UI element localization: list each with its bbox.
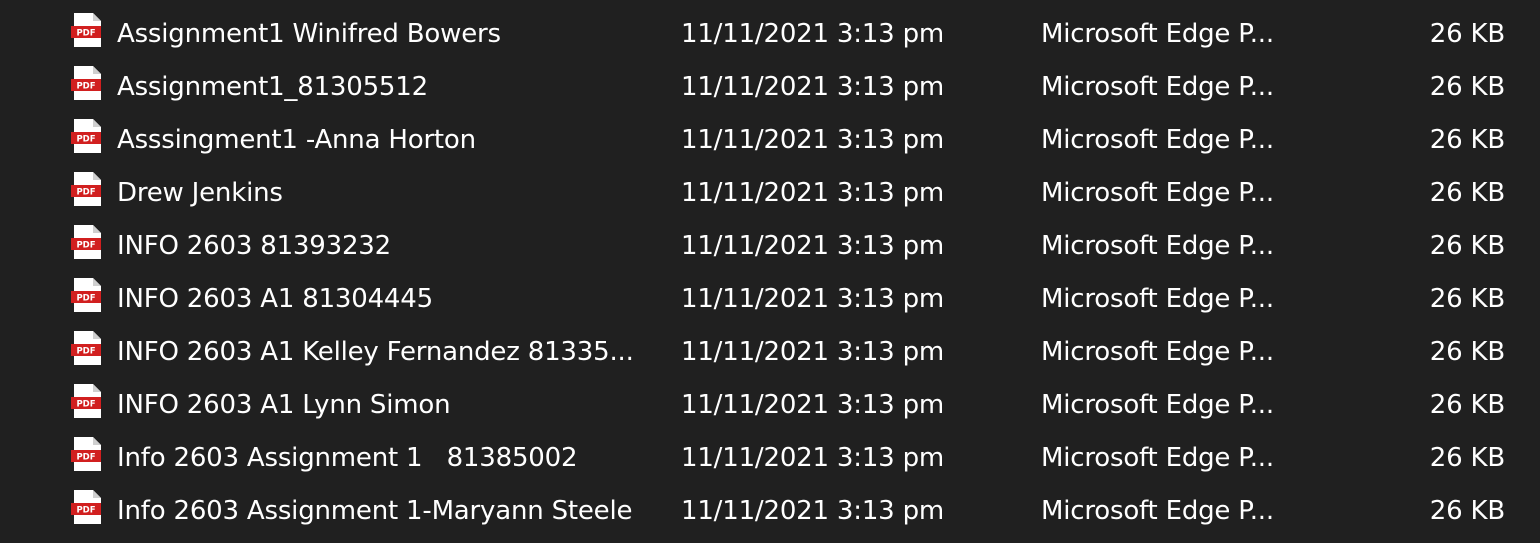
pdf-badge-label: PDF xyxy=(76,400,95,410)
file-date-modified: 11/11/2021 3:13 pm xyxy=(681,496,945,526)
file-type: Microsoft Edge P... xyxy=(1041,496,1274,526)
file-row[interactable]: PDF INFO 2603 A1 Kelley Fernandez 81335.… xyxy=(0,326,1540,379)
file-name[interactable]: Assignment1 Winifred Bowers xyxy=(117,17,657,51)
file-date-modified: 11/11/2021 3:13 pm xyxy=(681,284,945,314)
file-size: 26 KB xyxy=(1429,125,1505,155)
file-type: Microsoft Edge P... xyxy=(1041,178,1274,208)
file-name[interactable]: Drew Jenkins xyxy=(117,176,657,210)
file-row[interactable]: PDF Assignment1_81305512 11/11/2021 3:13… xyxy=(0,61,1540,114)
file-type: Microsoft Edge P... xyxy=(1041,443,1274,473)
pdf-file-icon: PDF xyxy=(71,331,101,365)
pdf-file-icon: PDF xyxy=(71,119,101,153)
file-size: 26 KB xyxy=(1429,443,1505,473)
file-name[interactable]: Info 2603 Assignment 1-Maryann Steele xyxy=(117,494,657,528)
file-row[interactable]: PDF Assignment1 Winifred Bowers 11/11/20… xyxy=(0,8,1540,61)
file-size: 26 KB xyxy=(1429,390,1505,420)
file-date-modified: 11/11/2021 3:13 pm xyxy=(681,19,945,49)
file-size: 26 KB xyxy=(1429,72,1505,102)
file-name[interactable]: Info 2603 Assignment 1 81385002 xyxy=(117,441,657,475)
file-name[interactable]: INFO 2603 A1 81304445 xyxy=(117,282,657,316)
pdf-badge-label: PDF xyxy=(76,347,95,357)
pdf-file-icon: PDF xyxy=(71,225,101,259)
file-size: 26 KB xyxy=(1429,337,1505,367)
file-name[interactable]: Assignment1_81305512 xyxy=(117,70,657,104)
pdf-badge-label: PDF xyxy=(76,135,95,145)
pdf-badge-label: PDF xyxy=(76,506,95,516)
file-type: Microsoft Edge P... xyxy=(1041,19,1274,49)
pdf-badge-label: PDF xyxy=(76,29,95,39)
file-date-modified: 11/11/2021 3:13 pm xyxy=(681,231,945,261)
file-date-modified: 11/11/2021 3:13 pm xyxy=(681,337,945,367)
file-date-modified: 11/11/2021 3:13 pm xyxy=(681,125,945,155)
file-name[interactable]: INFO 2603 A1 Lynn Simon xyxy=(117,388,657,422)
file-type: Microsoft Edge P... xyxy=(1041,337,1274,367)
file-row[interactable]: PDF INFO 2603 81393232 11/11/2021 3:13 p… xyxy=(0,220,1540,273)
file-size: 26 KB xyxy=(1429,496,1505,526)
file-list: PDF Assignment1 Winifred Bowers 11/11/20… xyxy=(0,8,1540,538)
pdf-file-icon: PDF xyxy=(71,66,101,100)
pdf-badge-label: PDF xyxy=(76,82,95,92)
file-name[interactable]: INFO 2603 A1 Kelley Fernandez 81335... xyxy=(117,335,657,369)
pdf-file-icon: PDF xyxy=(71,13,101,47)
pdf-file-icon: PDF xyxy=(71,278,101,312)
file-date-modified: 11/11/2021 3:13 pm xyxy=(681,72,945,102)
file-type: Microsoft Edge P... xyxy=(1041,125,1274,155)
file-row[interactable]: PDF INFO 2603 A1 Lynn Simon 11/11/2021 3… xyxy=(0,379,1540,432)
file-row[interactable]: PDF Drew Jenkins 11/11/2021 3:13 pm Micr… xyxy=(0,167,1540,220)
pdf-file-icon: PDF xyxy=(71,490,101,524)
file-size: 26 KB xyxy=(1429,231,1505,261)
file-type: Microsoft Edge P... xyxy=(1041,72,1274,102)
file-type: Microsoft Edge P... xyxy=(1041,231,1274,261)
file-size: 26 KB xyxy=(1429,19,1505,49)
file-type: Microsoft Edge P... xyxy=(1041,390,1274,420)
file-name[interactable]: INFO 2603 81393232 xyxy=(117,229,657,263)
file-row[interactable]: PDF INFO 2603 A1 81304445 11/11/2021 3:1… xyxy=(0,273,1540,326)
file-type: Microsoft Edge P... xyxy=(1041,284,1274,314)
pdf-badge-label: PDF xyxy=(76,294,95,304)
file-row[interactable]: PDF Asssingment1 -Anna Horton 11/11/2021… xyxy=(0,114,1540,167)
file-date-modified: 11/11/2021 3:13 pm xyxy=(681,390,945,420)
pdf-badge-label: PDF xyxy=(76,188,95,198)
pdf-badge-label: PDF xyxy=(76,241,95,251)
file-size: 26 KB xyxy=(1429,178,1505,208)
pdf-file-icon: PDF xyxy=(71,437,101,471)
file-row[interactable]: PDF Info 2603 Assignment 1 81385002 11/1… xyxy=(0,432,1540,485)
file-row[interactable]: PDF Info 2603 Assignment 1-Maryann Steel… xyxy=(0,485,1540,538)
pdf-badge-label: PDF xyxy=(76,453,95,463)
file-size: 26 KB xyxy=(1429,284,1505,314)
file-name[interactable]: Asssingment1 -Anna Horton xyxy=(117,123,657,157)
pdf-file-icon: PDF xyxy=(71,172,101,206)
pdf-file-icon: PDF xyxy=(71,384,101,418)
file-date-modified: 11/11/2021 3:13 pm xyxy=(681,178,945,208)
file-date-modified: 11/11/2021 3:13 pm xyxy=(681,443,945,473)
